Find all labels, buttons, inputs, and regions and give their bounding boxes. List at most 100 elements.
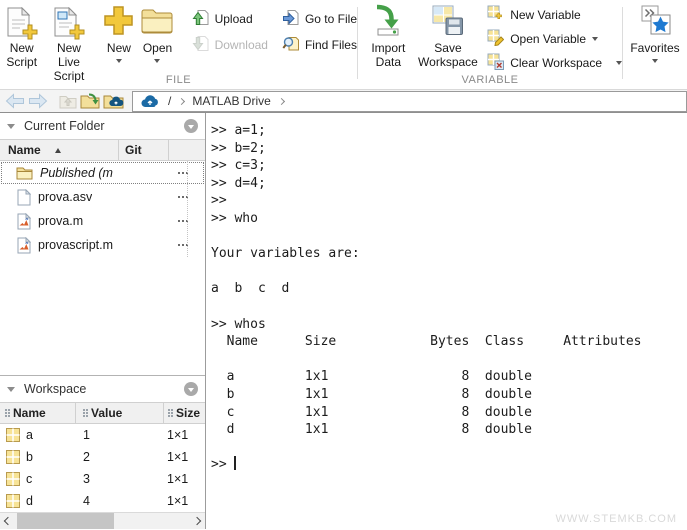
variable-size: 1×1: [163, 428, 205, 442]
console-text: >> a=1; >> b=2; >> c=3; >> d=4; >> >> wh…: [211, 122, 641, 474]
find-files-icon: [282, 35, 299, 55]
breadcrumb-chevron-icon: [178, 97, 185, 104]
matlab-file-icon: [16, 237, 31, 254]
favorites-button[interactable]: Favorites: [624, 0, 686, 89]
file-name: Published (m: [40, 166, 113, 180]
panel-collapse-icon[interactable]: [7, 124, 15, 129]
current-folder-header[interactable]: Current Folder: [0, 113, 205, 139]
variable-value: 1: [75, 428, 163, 442]
forward-button[interactable]: [28, 93, 48, 109]
save-workspace-icon: [432, 5, 464, 41]
workspace-variable-list: a 1 1×1 b 2 1×1: [0, 424, 205, 512]
row-menu-icon[interactable]: [178, 244, 180, 246]
workspace-panel: Workspace Name Value Size: [0, 375, 205, 529]
workspace-header[interactable]: Workspace: [0, 376, 205, 402]
upload-icon: [192, 9, 209, 29]
file-row[interactable]: prova.m: [0, 209, 205, 233]
file-icon: [16, 189, 31, 206]
side-panels: Current Folder Name Git: [0, 113, 206, 529]
variable-value: 3: [75, 472, 163, 486]
drive-folder-icon: [103, 93, 124, 109]
variable-size: 1×1: [163, 472, 205, 486]
toolstrip-section-variable: Import Data Save Workspace: [358, 0, 622, 89]
drive-folder-button[interactable]: [103, 93, 124, 109]
matlab-online-window: New Script New Live Script: [0, 0, 687, 530]
matlab-file-icon: [16, 213, 31, 230]
breadcrumb-folder[interactable]: MATLAB Drive: [192, 94, 270, 108]
import-data-label: Import Data: [371, 41, 405, 69]
variable-row[interactable]: c 3 1×1: [0, 468, 205, 490]
column-value[interactable]: Value: [75, 403, 163, 423]
horizontal-scrollbar[interactable]: [0, 512, 205, 529]
new-variable-icon: [487, 5, 504, 25]
clear-workspace-button[interactable]: Clear Workspace: [487, 53, 622, 72]
file-row[interactable]: provascript.m: [0, 233, 205, 257]
upload-label: Upload: [215, 12, 253, 26]
new-live-script-icon: [53, 6, 85, 40]
row-menu-icon[interactable]: [178, 196, 180, 198]
favorites-label: Favorites: [630, 41, 679, 55]
variable-icon: [6, 494, 20, 508]
breadcrumb-chevron-icon: [278, 97, 285, 104]
scroll-left-icon[interactable]: [0, 513, 16, 529]
column-size[interactable]: Size: [163, 403, 205, 423]
variable-row[interactable]: a 1 1×1: [0, 424, 205, 446]
variable-value: 4: [75, 494, 163, 508]
back-icon: [5, 93, 25, 109]
up-folder-icon: [59, 94, 77, 109]
variable-row[interactable]: d 4 1×1: [0, 490, 205, 512]
console-prompt: >>: [211, 457, 234, 472]
matlab-drive-cloud-icon: [141, 95, 160, 108]
file-section-label: FILE: [0, 74, 357, 86]
open-variable-label: Open Variable: [510, 32, 586, 46]
breadcrumb-root[interactable]: /: [168, 94, 171, 108]
up-folder-button[interactable]: [59, 94, 77, 109]
variable-row[interactable]: b 2 1×1: [0, 446, 205, 468]
new-variable-button[interactable]: New Variable: [487, 5, 622, 24]
column-name[interactable]: Name: [0, 140, 118, 160]
scrollbar-thumb[interactable]: [17, 513, 114, 529]
variable-size: 1×1: [163, 494, 205, 508]
go-to-file-button[interactable]: Go to File: [282, 9, 357, 28]
download-button[interactable]: Download: [192, 35, 268, 54]
browse-folder-button[interactable]: [80, 93, 100, 109]
row-menu-icon[interactable]: [178, 220, 180, 222]
panel-collapse-icon[interactable]: [7, 387, 15, 392]
find-files-button[interactable]: Find Files: [282, 35, 357, 54]
open-variable-icon: [487, 29, 504, 49]
upload-button[interactable]: Upload: [192, 9, 268, 28]
chevron-down-icon: [616, 61, 622, 65]
file-list-empty-area: [0, 257, 205, 375]
file-row[interactable]: prova.asv: [0, 185, 205, 209]
back-button[interactable]: [5, 93, 25, 109]
open-label: Open: [143, 41, 172, 55]
open-variable-button[interactable]: Open Variable: [487, 29, 622, 48]
console-output: >> a=1; >> b=2; >> c=3; >> d=4; >> >> wh…: [211, 123, 641, 437]
sort-ascending-icon: [55, 148, 61, 153]
variable-section-label: VARIABLE: [358, 74, 622, 86]
row-menu-icon[interactable]: [178, 172, 180, 174]
new-label: New: [107, 41, 131, 55]
drag-handle-icon: [5, 409, 7, 411]
column-name[interactable]: Name: [0, 403, 75, 423]
column-git[interactable]: Git: [118, 140, 168, 160]
new-script-label: New Script: [6, 41, 37, 69]
scroll-right-icon[interactable]: [189, 513, 205, 529]
panel-menu-icon[interactable]: [184, 382, 198, 396]
chevron-down-icon: [116, 59, 122, 63]
favorites-icon: [639, 4, 671, 41]
clear-workspace-label: Clear Workspace: [510, 56, 602, 70]
workspace-title: Workspace: [24, 382, 86, 396]
variable-name: b: [26, 450, 33, 464]
command-window[interactable]: >> a=1; >> b=2; >> c=3; >> d=4; >> >> wh…: [206, 113, 687, 529]
file-row[interactable]: Published (m: [0, 161, 205, 185]
forward-icon: [28, 93, 48, 109]
variable-value: 2: [75, 450, 163, 464]
panel-menu-icon[interactable]: [184, 119, 198, 133]
new-script-icon: [6, 6, 38, 40]
scrollbar-track[interactable]: [16, 513, 189, 529]
text-cursor: [234, 456, 236, 470]
address-bar[interactable]: / MATLAB Drive: [132, 91, 687, 112]
toolstrip: New Script New Live Script: [0, 0, 687, 90]
folder-icon: [16, 166, 33, 180]
